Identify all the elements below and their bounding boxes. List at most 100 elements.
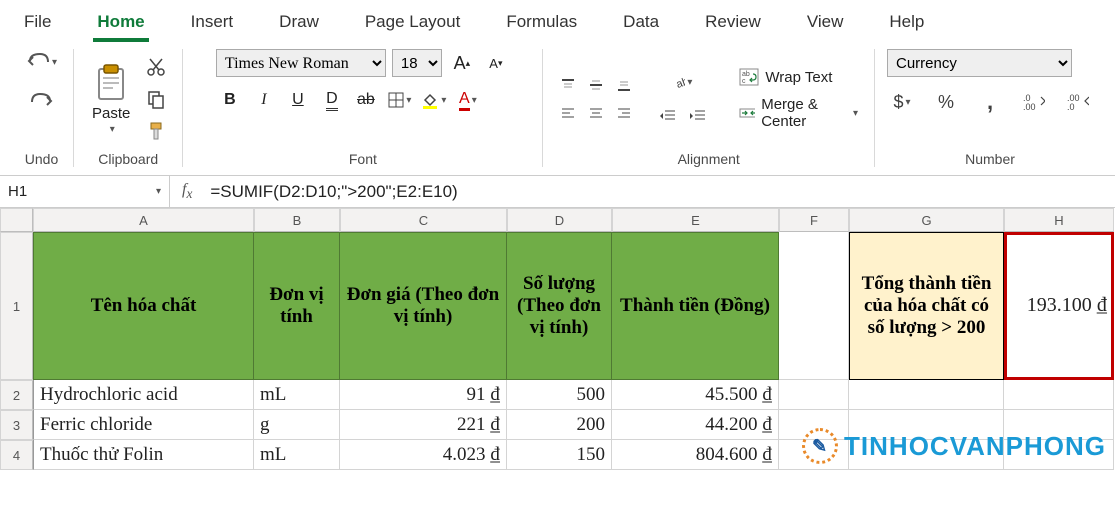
tab-draw[interactable]: Draw <box>275 6 323 42</box>
italic-button[interactable]: I <box>250 87 278 113</box>
group-clipboard: Paste ▾ Clipboard <box>74 49 183 167</box>
tab-home[interactable]: Home <box>93 6 148 42</box>
increase-decimal-button[interactable]: .0.00 <box>1019 89 1049 115</box>
cell[interactable] <box>849 440 1004 470</box>
paste-button[interactable]: Paste ▾ <box>86 61 136 137</box>
col-header-E[interactable]: E <box>612 208 779 232</box>
col-header-B[interactable]: B <box>254 208 340 232</box>
cell[interactable]: Tên hóa chất <box>33 232 254 380</box>
format-painter-button[interactable] <box>142 119 170 143</box>
formula-input[interactable]: =SUMIF(D2:D10;">200";E2:E10) <box>204 176 1115 207</box>
cell[interactable]: 804.600 ₫ <box>612 440 779 470</box>
cell[interactable]: 200 <box>507 410 612 440</box>
tab-insert[interactable]: Insert <box>187 6 238 42</box>
ribbon: ▾ Undo Paste ▾ Clipboard Ti <box>0 43 1115 176</box>
increase-font-button[interactable]: A▴ <box>448 50 476 76</box>
name-box[interactable]: H1▾ <box>0 176 170 207</box>
font-size-select[interactable]: 18 <box>392 49 442 77</box>
col-header-G[interactable]: G <box>849 208 1004 232</box>
cell-H1-selected[interactable]: 193.100 ₫ <box>1004 232 1114 380</box>
align-right-button[interactable] <box>611 100 637 126</box>
comma-button[interactable]: , <box>975 89 1005 115</box>
cell[interactable]: 4.023 ₫ <box>340 440 507 470</box>
align-bottom-button[interactable] <box>611 72 637 98</box>
col-header-D[interactable]: D <box>507 208 612 232</box>
fx-icon[interactable]: fx <box>170 181 204 202</box>
percent-button[interactable]: % <box>931 89 961 115</box>
align-left-button[interactable] <box>555 100 581 126</box>
cell[interactable] <box>779 410 849 440</box>
cell[interactable]: mL <box>254 380 340 410</box>
tab-formulas[interactable]: Formulas <box>502 6 581 42</box>
group-number-label: Number <box>965 151 1015 167</box>
cell[interactable] <box>779 440 849 470</box>
tab-page-layout[interactable]: Page Layout <box>361 6 464 42</box>
undo-button[interactable]: ▾ <box>22 49 61 75</box>
row-header-4[interactable]: 4 <box>0 440 33 470</box>
tab-help[interactable]: Help <box>885 6 928 42</box>
cell[interactable] <box>849 410 1004 440</box>
align-top-button[interactable] <box>555 72 581 98</box>
cell[interactable]: Đơn giá (Theo đơn vị tính) <box>340 232 507 380</box>
cell[interactable]: g <box>254 410 340 440</box>
row-header-3[interactable]: 3 <box>0 410 33 440</box>
fill-color-button[interactable]: ▾ <box>420 87 448 113</box>
merge-center-button[interactable]: Merge & Center▾ <box>735 94 862 132</box>
group-undo: ▾ Undo <box>10 49 74 167</box>
col-header-C[interactable]: C <box>340 208 507 232</box>
col-header-H[interactable]: H <box>1004 208 1114 232</box>
wrap-text-button[interactable]: abc Wrap Text <box>735 66 862 88</box>
copy-button[interactable] <box>142 87 170 111</box>
cut-button[interactable] <box>142 55 170 79</box>
cell[interactable]: mL <box>254 440 340 470</box>
increase-indent-button[interactable] <box>685 103 711 129</box>
font-name-select[interactable]: Times New Roman <box>216 49 386 77</box>
cell[interactable]: 91 ₫ <box>340 380 507 410</box>
align-center-button[interactable] <box>583 100 609 126</box>
cell[interactable]: Thuốc thử Folin <box>33 440 254 470</box>
cell[interactable]: 150 <box>507 440 612 470</box>
orientation-button[interactable]: ab▾ <box>670 69 696 95</box>
tab-view[interactable]: View <box>803 6 848 42</box>
cell[interactable]: Tổng thành tiền của hóa chất có số lượng… <box>849 232 1004 380</box>
borders-button[interactable]: ▾ <box>386 87 414 113</box>
group-undo-label: Undo <box>25 151 58 167</box>
svg-text:ab: ab <box>675 76 685 91</box>
bold-button[interactable]: B <box>216 87 244 113</box>
cell[interactable] <box>849 380 1004 410</box>
cell[interactable] <box>1004 380 1114 410</box>
row-header-1[interactable]: 1 <box>0 232 33 380</box>
col-header-A[interactable]: A <box>33 208 254 232</box>
cell[interactable]: 221 ₫ <box>340 410 507 440</box>
tab-data[interactable]: Data <box>619 6 663 42</box>
font-color-button[interactable]: A▾ <box>454 87 482 113</box>
decrease-font-button[interactable]: A▾ <box>482 50 510 76</box>
cell[interactable]: Thành tiền (Đồng) <box>612 232 779 380</box>
strikethrough-button[interactable]: ab <box>352 87 380 113</box>
tab-review[interactable]: Review <box>701 6 765 42</box>
cell[interactable]: Hydrochloric acid <box>33 380 254 410</box>
number-format-select[interactable]: Currency <box>887 49 1072 77</box>
cell[interactable] <box>779 380 849 410</box>
cell[interactable]: Số lượng (Theo đơn vị tính) <box>507 232 612 380</box>
align-middle-button[interactable] <box>583 72 609 98</box>
tab-file[interactable]: File <box>20 6 55 42</box>
select-all-corner[interactable] <box>0 208 33 232</box>
redo-button[interactable] <box>26 89 58 115</box>
double-underline-button[interactable]: D <box>318 87 346 113</box>
cell[interactable]: Ferric chloride <box>33 410 254 440</box>
group-number: Currency $▾ % , .0.00 .00.0 Number <box>875 49 1105 167</box>
cell[interactable] <box>1004 440 1114 470</box>
row-header-2[interactable]: 2 <box>0 380 33 410</box>
cell[interactable] <box>1004 410 1114 440</box>
underline-button[interactable]: U <box>284 87 312 113</box>
decrease-decimal-button[interactable]: .00.0 <box>1063 89 1093 115</box>
decrease-indent-button[interactable] <box>655 103 681 129</box>
cell[interactable]: 45.500 ₫ <box>612 380 779 410</box>
cell[interactable]: 44.200 ₫ <box>612 410 779 440</box>
cell[interactable]: Đơn vị tính <box>254 232 340 380</box>
currency-button[interactable]: $▾ <box>887 89 917 115</box>
cell[interactable]: 500 <box>507 380 612 410</box>
cell[interactable] <box>779 232 849 380</box>
col-header-F[interactable]: F <box>779 208 849 232</box>
